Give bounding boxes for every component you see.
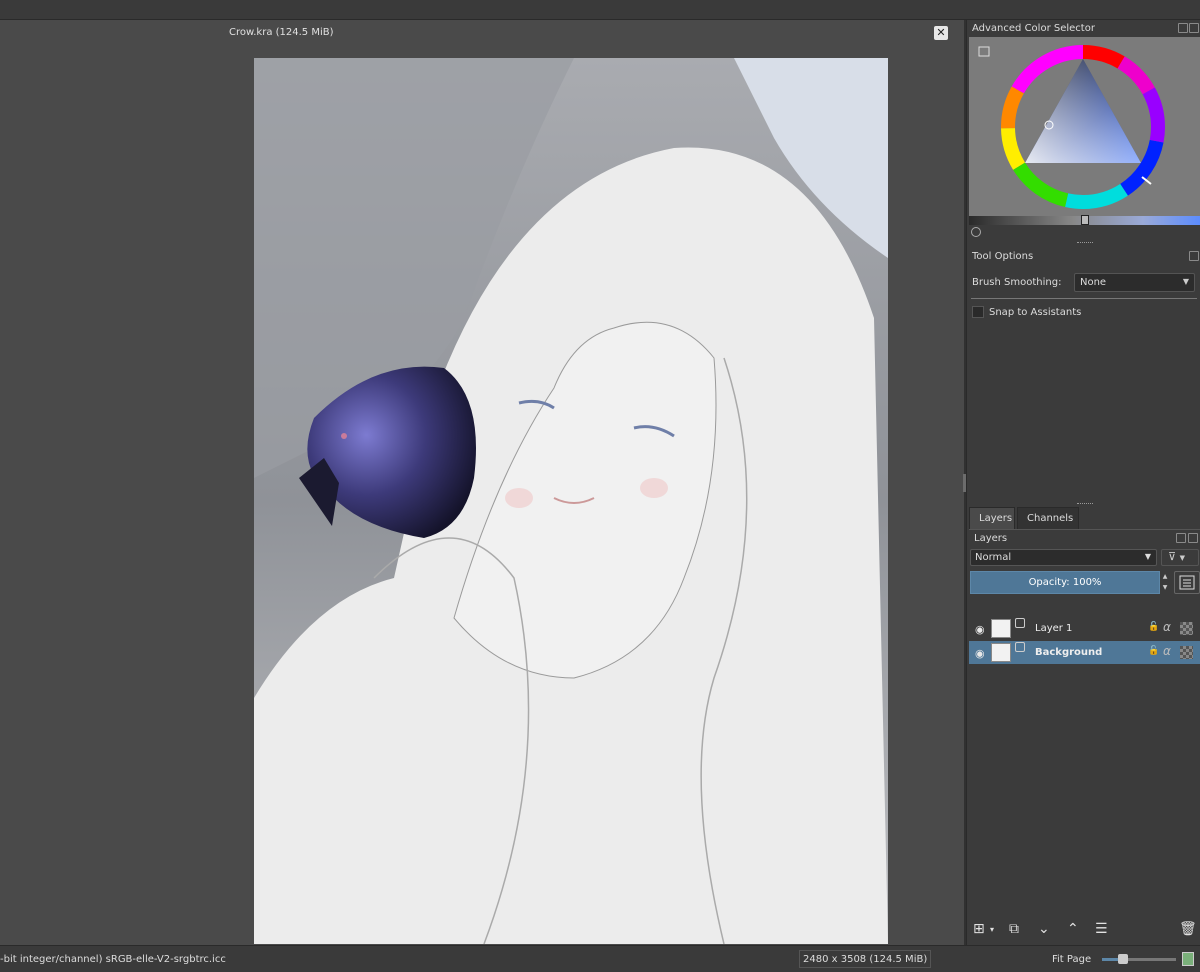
duplicate-layer-icon[interactable]: ⧉ <box>1009 921 1019 937</box>
layer-properties-icon[interactable]: ☰ <box>1095 921 1108 937</box>
layer-name: Background <box>1035 647 1103 658</box>
color-value-slider[interactable] <box>969 215 1200 225</box>
tool-options-divider <box>971 298 1197 299</box>
artwork-canvas[interactable] <box>254 58 888 944</box>
tab-layers[interactable]: Layers <box>969 507 1015 529</box>
docker-grip-layers[interactable] <box>1077 503 1093 505</box>
move-down-icon[interactable]: ⌄ <box>1038 921 1050 937</box>
layers-float-icon[interactable] <box>1176 533 1186 543</box>
brush-smoothing-label: Brush Smoothing: <box>972 277 1062 288</box>
layers-title: Layers <box>974 533 1008 544</box>
lock-icon[interactable]: 🔓 <box>1148 622 1159 632</box>
close-docker-icon[interactable] <box>1189 23 1199 33</box>
tool-options-title: Tool Options <box>972 251 1034 262</box>
inherit-alpha-icon[interactable] <box>1180 646 1193 659</box>
snap-to-assistants-label: Snap to Assistants <box>989 307 1082 318</box>
brush-smoothing-value: None <box>1080 277 1107 288</box>
properties-icon <box>1179 575 1195 590</box>
blend-mode-select[interactable]: Normal ▼ <box>970 549 1157 566</box>
docker-grip[interactable] <box>1077 242 1093 244</box>
layers-toolbar: ⊞ ▾ ⧉ ⌄ ⌃ ☰ 🗑 <box>969 919 1200 941</box>
image-dimensions-status[interactable]: 2480 x 3508 (124.5 MiB) <box>799 950 932 968</box>
layer-filter-button[interactable]: ⊽ ▼ <box>1161 549 1199 566</box>
value-slider-handle[interactable] <box>1081 215 1089 225</box>
eye-icon[interactable]: ◉ <box>975 647 985 660</box>
close-document-button[interactable]: ✕ <box>934 26 948 40</box>
alpha-lock-icon[interactable]: α <box>1163 644 1171 658</box>
chevron-down-icon[interactable]: ▾ <box>990 925 994 934</box>
selector-settings-icon[interactable] <box>978 46 990 57</box>
layer-properties-button[interactable] <box>1174 571 1200 594</box>
lock-icon[interactable]: 🔓 <box>1148 646 1159 656</box>
zoom-slider-knob[interactable] <box>1118 954 1128 964</box>
trash-icon[interactable]: 🗑 <box>1179 921 1197 937</box>
color-wheel-graphic <box>978 45 1165 209</box>
add-layer-icon[interactable]: ⊞ <box>973 921 985 937</box>
tool-options-float-icon[interactable] <box>1189 251 1199 261</box>
top-toolbar-strip <box>0 0 1200 20</box>
layers-docker: Layers Normal ▼ ⊽ ▼ Opacity: 100% ▲ ▼ ◉ L… <box>969 529 1200 945</box>
triangle-white-overlay <box>1025 59 1141 163</box>
layers-close-icon[interactable] <box>1188 533 1198 543</box>
layer-thumbnail <box>991 619 1011 638</box>
refresh-color-icon[interactable] <box>971 227 981 237</box>
blend-mode-value: Normal <box>975 552 1012 563</box>
layer-name: Layer 1 <box>1035 623 1073 634</box>
chevron-down-icon: ▼ <box>1182 277 1189 286</box>
spin-up-icon[interactable]: ▲ <box>1163 573 1168 580</box>
document-status-icon[interactable] <box>1182 952 1194 966</box>
paint-layer-icon <box>1015 642 1025 652</box>
inherit-alpha-icon[interactable] <box>1180 622 1193 635</box>
float-docker-icon[interactable] <box>1178 23 1188 33</box>
eye-icon[interactable]: ◉ <box>975 623 985 636</box>
spin-down-icon[interactable]: ▼ <box>1163 584 1168 591</box>
color-profile-status: -bit integer/channel) sRGB-elle-V2-srgbt… <box>0 954 226 965</box>
move-up-icon[interactable]: ⌃ <box>1067 921 1079 937</box>
color-selector-wheel[interactable] <box>969 37 1200 217</box>
zoom-slider[interactable] <box>1102 954 1176 964</box>
right-dock: Advanced Color Selector Tool Options Bru… <box>966 20 1200 945</box>
artwork-illustration <box>254 58 888 944</box>
status-bar: -bit integer/channel) sRGB-elle-V2-srgbt… <box>0 945 1200 972</box>
layer-row-background[interactable]: ◉ Background 🔓 α <box>969 641 1200 664</box>
brush-smoothing-select[interactable]: None ▼ <box>1074 273 1195 292</box>
zoom-mode-label[interactable]: Fit Page <box>1052 954 1091 965</box>
opacity-spinner[interactable]: ▲ ▼ <box>1160 571 1170 594</box>
document-title: Crow.kra (124.5 MiB) <box>229 27 334 38</box>
layer-row-layer-1[interactable]: ◉ Layer 1 🔓 α <box>969 617 1200 640</box>
snap-to-assistants-checkbox[interactable] <box>972 306 984 318</box>
color-selector-title: Advanced Color Selector <box>972 23 1095 34</box>
opacity-slider[interactable]: Opacity: 100% <box>970 571 1160 594</box>
alpha-lock-icon[interactable]: α <box>1163 620 1171 634</box>
chevron-down-icon: ▼ <box>1144 552 1151 561</box>
tab-channels[interactable]: Channels <box>1017 507 1079 529</box>
filter-icon: ⊽ <box>1168 550 1177 563</box>
layer-thumbnail <box>991 643 1011 662</box>
paint-layer-icon <box>1015 618 1025 628</box>
chevron-down-icon: ▼ <box>1179 554 1185 562</box>
